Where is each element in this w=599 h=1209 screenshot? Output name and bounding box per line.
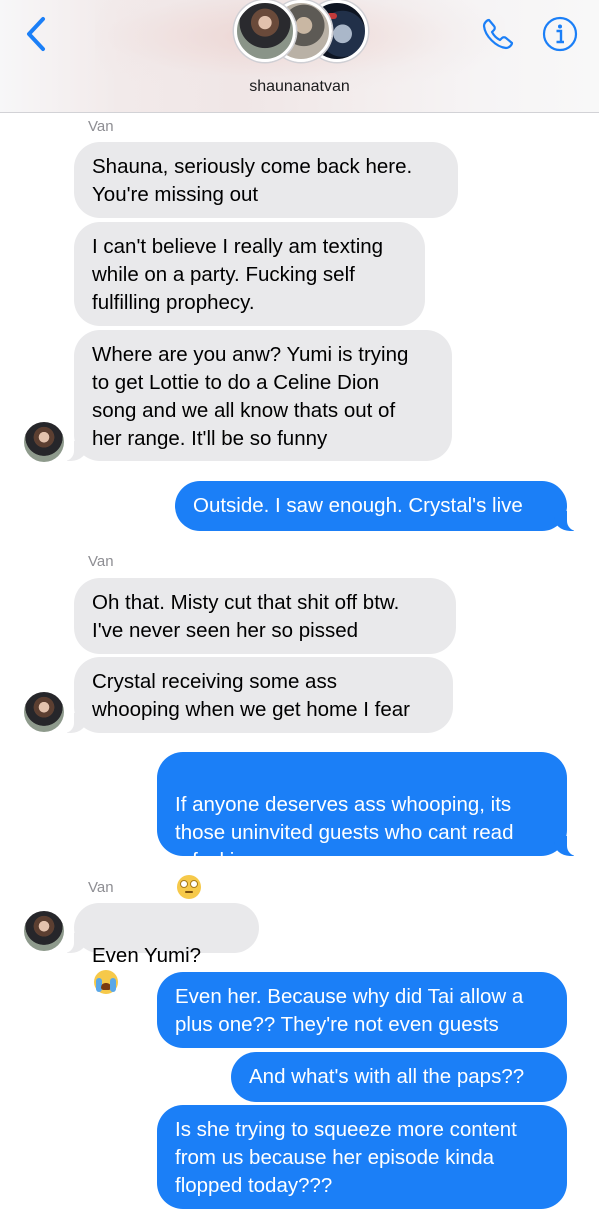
sender-avatar[interactable] (24, 422, 64, 462)
message-text: Even Yumi? (92, 944, 202, 967)
loudly-crying-face-emoji (94, 970, 118, 994)
outgoing-message[interactable]: Outside. I saw enough. Crystal's live (175, 481, 577, 531)
call-button[interactable] (478, 14, 518, 54)
incoming-message[interactable]: Oh that. Misty cut that shit off btw. I'… (74, 578, 456, 654)
incoming-message[interactable]: I can't believe I really am texting whil… (74, 222, 425, 326)
sender-avatar[interactable] (24, 911, 64, 951)
info-icon (542, 16, 578, 52)
incoming-message[interactable]: Crystal receiving some ass whooping when… (64, 657, 453, 733)
phone-icon (482, 18, 514, 50)
sender-name: Van (88, 553, 114, 570)
sender-name: Van (88, 879, 114, 896)
sender-name: Van (88, 118, 114, 135)
info-button[interactable] (540, 14, 580, 54)
group-avatars[interactable] (234, 0, 370, 66)
incoming-message[interactable]: Shauna, seriously come back here. You're… (74, 142, 458, 218)
outgoing-message[interactable]: Even her. Because why did Tai allow a pl… (157, 972, 567, 1048)
sender-avatar[interactable] (24, 692, 64, 732)
conversation-title[interactable]: shaunanatvan (0, 78, 599, 96)
outgoing-message[interactable]: Is she trying to squeeze more content fr… (157, 1105, 567, 1209)
incoming-message[interactable]: Even Yumi? (64, 903, 259, 994)
back-button[interactable] (18, 14, 54, 54)
message-text: If anyone deserves ass whooping, its tho… (175, 793, 514, 872)
face-with-rolling-eyes-emoji (177, 875, 201, 899)
avatar (234, 0, 296, 62)
conversation-header: shaunanatvan (0, 0, 599, 113)
incoming-message[interactable]: Where are you anw? Yumi is trying to get… (64, 330, 452, 461)
outgoing-message[interactable]: And what's with all the paps?? (231, 1052, 567, 1102)
outgoing-message[interactable]: If anyone deserves ass whooping, its tho… (157, 752, 577, 899)
chevron-left-icon (27, 17, 45, 51)
